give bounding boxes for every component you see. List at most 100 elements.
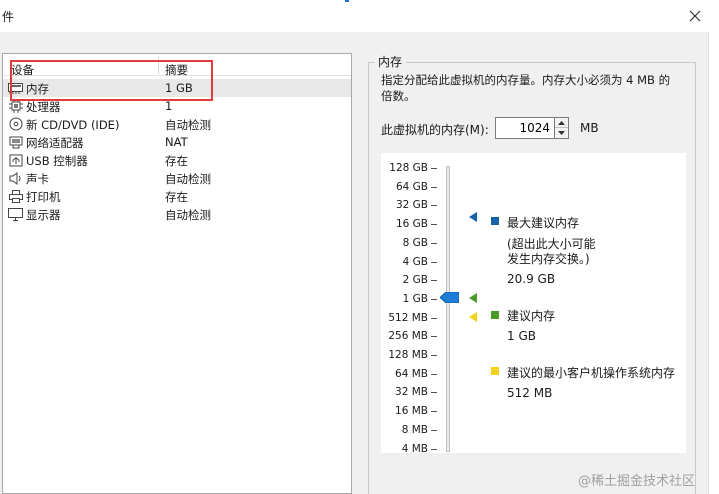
sound-icon [8,171,23,185]
device-row-cd-dvd[interactable]: 新 CD/DVD (IDE) 自动检测 [3,115,351,133]
recommended-label: 建议内存 [507,309,556,323]
slider-tick-mark [431,374,437,375]
memory-field-label: 此虚拟机的内存(M): [381,123,489,137]
slider-tick-label: 2 GB [402,274,428,286]
device-list: 设备 摘要 内存 1 GB 处理器 1 新 CD/DVD (IDE) 自动检测 … [2,53,352,494]
device-row-network[interactable]: 网络适配器 NAT [3,133,351,151]
slider-tick-mark [431,355,437,356]
memory-slider-track[interactable] [446,166,450,452]
close-button[interactable] [684,5,706,27]
slider-tick-label: 8 GB [402,237,428,249]
slider-tick-mark [431,449,437,450]
column-header-summary[interactable]: 摘要 [165,62,188,78]
title-accent [345,0,349,2]
watermark: @稀土掘金技术社区 [578,474,696,489]
device-summary: 存在 [165,190,188,204]
slider-tick-label: 4 GB [402,256,428,268]
slider-tick-mark [431,318,437,319]
device-row-usb[interactable]: USB 控制器 存在 [3,151,351,169]
device-row-display[interactable]: 显示器 自动检测 [3,205,351,223]
memory-unit: MB [580,121,599,135]
recommended-marker-icon [469,293,477,303]
slider-tick-mark [431,411,437,412]
slider-tick-label: 128 GB [389,162,428,174]
memory-slider-thumb[interactable] [439,291,460,304]
slider-tick-mark [431,430,437,431]
device-label: 新 CD/DVD (IDE) [26,118,120,132]
arrow-down-icon [558,131,565,135]
slider-tick-label: 16 GB [395,218,428,230]
slider-tick-label: 64 GB [395,181,428,193]
slider-tick-mark [431,280,437,281]
max-recommended-note: (超出此大小可能 [507,237,596,251]
usb-icon [8,153,23,167]
spin-down-button[interactable] [555,128,568,138]
slider-tick-mark [431,205,437,206]
device-label: USB 控制器 [26,154,88,168]
guest-min-value: 512 MB [507,386,553,400]
device-row-cpu[interactable]: 处理器 1 [3,97,351,115]
display-icon [8,207,23,221]
device-label: 网络适配器 [26,136,84,150]
network-icon [8,135,23,149]
recommended-value: 1 GB [507,329,536,343]
device-summary: 存在 [165,154,188,168]
window-title: 件 [2,10,15,24]
device-summary: 1 [165,99,173,113]
device-list-header: 设备 摘要 [3,54,351,78]
slider-tick-mark [431,392,437,393]
slider-tick-label: 256 MB [388,330,428,342]
memory-spinner [555,117,569,139]
slider-tick-mark [431,224,437,225]
memory-group-title: 内存 [374,53,407,70]
slider-tick-mark [431,168,437,169]
max-recommended-value: 20.9 GB [507,272,556,286]
slider-tick-label: 4 MB [401,443,428,455]
slider-tick-mark [431,243,437,244]
device-summary: 自动检测 [165,118,211,132]
printer-icon [8,189,23,203]
slider-tick-label: 32 GB [395,199,428,211]
slider-tick-mark [431,336,437,337]
slider-tick-mark [431,187,437,188]
slider-tick-mark [431,262,437,263]
cpu-icon [8,99,23,113]
max-recommended-marker-icon [469,212,477,222]
slider-tick-label: 128 MB [388,349,428,361]
max-recommended-swatch [491,217,499,225]
memory-description: 指定分配给此虚拟机的内存量。内存大小必须为 4 MB 的倍数。 [381,73,671,103]
device-summary: NAT [165,135,188,149]
recommended-swatch [491,311,499,319]
max-recommended-note: 发生内存交换。) [507,252,590,266]
guest-min-label: 建议的最小客户机操作系统内存 [507,366,676,380]
spin-up-button[interactable] [555,118,568,128]
column-separator[interactable] [158,56,159,74]
device-label: 显示器 [26,208,61,222]
column-header-device[interactable]: 设备 [11,62,34,78]
device-row-memory[interactable]: 内存 1 GB [3,79,351,97]
slider-tick-label: 64 MB [395,368,428,380]
device-label: 打印机 [26,190,61,204]
guest-min-swatch [491,367,499,375]
device-row-printer[interactable]: 打印机 存在 [3,187,351,205]
cd-dvd-icon [8,117,23,131]
device-summary: 自动检测 [165,208,211,222]
slider-tick-label: 1 GB [402,293,428,305]
slider-tick-mark [431,299,437,300]
arrow-up-icon [558,120,565,125]
device-summary: 自动检测 [165,172,211,186]
max-recommended-label: 最大建议内存 [507,216,580,230]
device-label: 声卡 [26,172,49,186]
device-label: 内存 [26,82,49,96]
close-icon [689,10,701,22]
memory-icon [8,81,23,95]
device-label: 处理器 [26,100,61,114]
slider-tick-label: 8 MB [401,424,428,436]
guest-min-marker-icon [469,312,477,322]
device-summary: 1 GB [165,81,193,95]
memory-size-input[interactable] [495,117,555,139]
device-row-sound[interactable]: 声卡 自动检测 [3,169,351,187]
slider-tick-label: 512 MB [388,312,428,324]
title-bar: 件 [0,0,719,32]
window-edge [708,32,719,494]
